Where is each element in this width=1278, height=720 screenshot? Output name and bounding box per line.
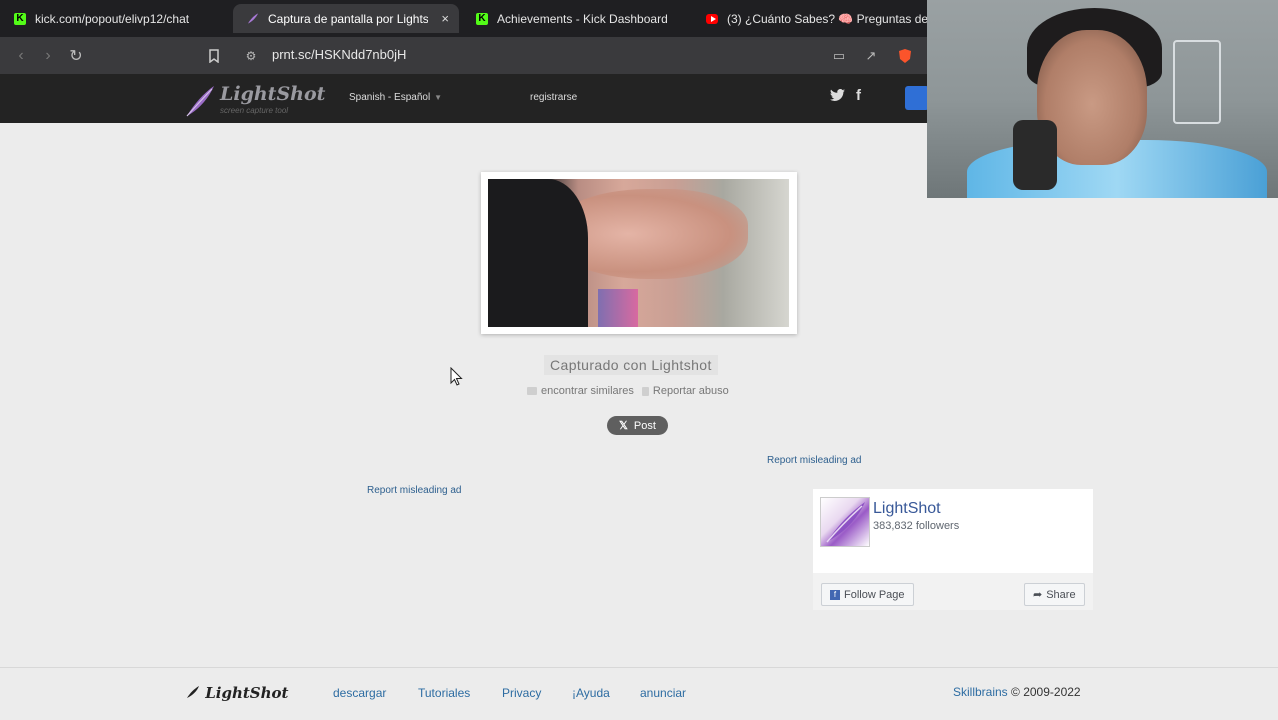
x-post-button[interactable]: 𝕏 Post bbox=[607, 416, 668, 435]
report-abuse-label: Reportar abuso bbox=[652, 385, 729, 397]
kick-icon: K bbox=[14, 12, 26, 25]
footer-link-help[interactable]: ¡Ayuda bbox=[572, 686, 610, 700]
facebook-icon[interactable]: f bbox=[856, 87, 861, 104]
lightshot-feather-icon bbox=[187, 686, 199, 698]
share-label: Share bbox=[1046, 588, 1076, 601]
report-abuse-link[interactable]: Reportar abuso bbox=[641, 385, 729, 397]
share-page-icon[interactable]: ↗ bbox=[860, 45, 882, 67]
tab-label: kick.com/popout/elivp12/chat bbox=[35, 11, 190, 26]
page-name[interactable]: LightShot bbox=[873, 500, 941, 518]
x-logo-icon: 𝕏 bbox=[619, 420, 628, 432]
report-misleading-ad-link[interactable]: Report misleading ad bbox=[767, 455, 862, 466]
footer-logo-text: LightShot bbox=[205, 684, 289, 702]
footer-link-tutorials[interactable]: Tutoriales bbox=[418, 686, 470, 700]
twitter-icon[interactable] bbox=[830, 88, 845, 104]
language-label: Spanish - Español bbox=[349, 92, 431, 103]
image-actions: encontrar similares Reportar abuso bbox=[527, 385, 729, 397]
find-similar-label: encontrar similares bbox=[541, 385, 634, 397]
logo-text: LightShot bbox=[220, 83, 326, 105]
captured-with-caption: Capturado con Lightshot bbox=[544, 355, 718, 375]
facebook-icon: f bbox=[830, 589, 840, 600]
logo-subtitle: screen capture tool bbox=[220, 106, 289, 115]
brave-shield-icon[interactable] bbox=[894, 45, 916, 67]
chevron-down-icon: ▼ bbox=[434, 93, 443, 102]
report-misleading-ad-link[interactable]: Report misleading ad bbox=[367, 485, 462, 496]
bookmark-icon[interactable] bbox=[203, 45, 225, 67]
trash-icon bbox=[641, 386, 649, 396]
facebook-page-widget: LightShot 383,832 followers f Follow Pag… bbox=[813, 489, 1093, 610]
camera-icon bbox=[527, 387, 537, 396]
footer-divider bbox=[0, 667, 1278, 668]
copyright-text: © 2009-2022 bbox=[1011, 685, 1081, 699]
followers-count: 383,832 followers bbox=[873, 520, 960, 532]
x-post-label: Post bbox=[633, 419, 656, 432]
footer-link-advertise[interactable]: anunciar bbox=[640, 686, 686, 700]
tab-label: Captura de pantalla por Lightshot bbox=[268, 11, 428, 26]
footer-copyright: Skillbrains © 2009-2022 bbox=[953, 685, 1081, 699]
share-button[interactable]: ➦ Share bbox=[1024, 583, 1085, 606]
tab-kick-dashboard[interactable]: K Achievements - Kick Dashboard bbox=[462, 4, 690, 33]
footer-logo[interactable]: LightShot bbox=[186, 684, 288, 702]
find-similar-link[interactable]: encontrar similares bbox=[527, 385, 634, 397]
close-tab-icon[interactable]: × bbox=[441, 11, 449, 26]
follow-page-button[interactable]: f Follow Page bbox=[821, 583, 914, 606]
mouse-cursor-icon bbox=[450, 366, 463, 391]
tab-label: Achievements - Kick Dashboard bbox=[497, 11, 668, 26]
address-bar[interactable]: prnt.sc/HSKNdd7nb0jH bbox=[272, 47, 406, 62]
reload-icon[interactable]: ↻ bbox=[65, 45, 87, 67]
lightshot-feather-icon bbox=[247, 13, 259, 25]
footer-link-privacy[interactable]: Privacy bbox=[502, 686, 541, 700]
back-icon[interactable]: ‹ bbox=[10, 45, 32, 67]
follow-label: Follow Page bbox=[844, 588, 905, 601]
kick-icon: K bbox=[476, 12, 488, 25]
page-avatar[interactable] bbox=[820, 497, 870, 547]
register-link[interactable]: registrarse bbox=[530, 92, 577, 103]
tab-kick-chat[interactable]: K kick.com/popout/elivp12/chat bbox=[0, 4, 230, 33]
skillbrains-link[interactable]: Skillbrains bbox=[953, 685, 1008, 699]
lightshot-feather-icon bbox=[186, 86, 214, 117]
language-select[interactable]: Spanish - Español ▼ bbox=[349, 92, 442, 103]
tab-label: (3) ¿Cuánto Sabes? 🧠 Preguntas de bbox=[727, 11, 927, 26]
tab-youtube[interactable]: (3) ¿Cuánto Sabes? 🧠 Preguntas de bbox=[692, 4, 927, 33]
forward-icon[interactable]: › bbox=[37, 45, 59, 67]
cast-icon[interactable]: ▭ bbox=[828, 45, 850, 67]
screenshot-preview[interactable] bbox=[481, 172, 797, 334]
lightshot-logo[interactable]: LightShot screen capture tool bbox=[184, 80, 325, 120]
share-arrow-icon: ➦ bbox=[1033, 589, 1043, 601]
youtube-icon bbox=[706, 13, 718, 25]
tab-lightshot[interactable]: Captura de pantalla por Lightshot × bbox=[233, 4, 459, 33]
upload-button[interactable] bbox=[905, 86, 929, 110]
screenshot-image bbox=[488, 179, 789, 327]
site-settings-icon[interactable]: ⚙ bbox=[240, 45, 262, 67]
webcam-overlay bbox=[927, 0, 1278, 198]
footer-link-download[interactable]: descargar bbox=[333, 686, 386, 700]
